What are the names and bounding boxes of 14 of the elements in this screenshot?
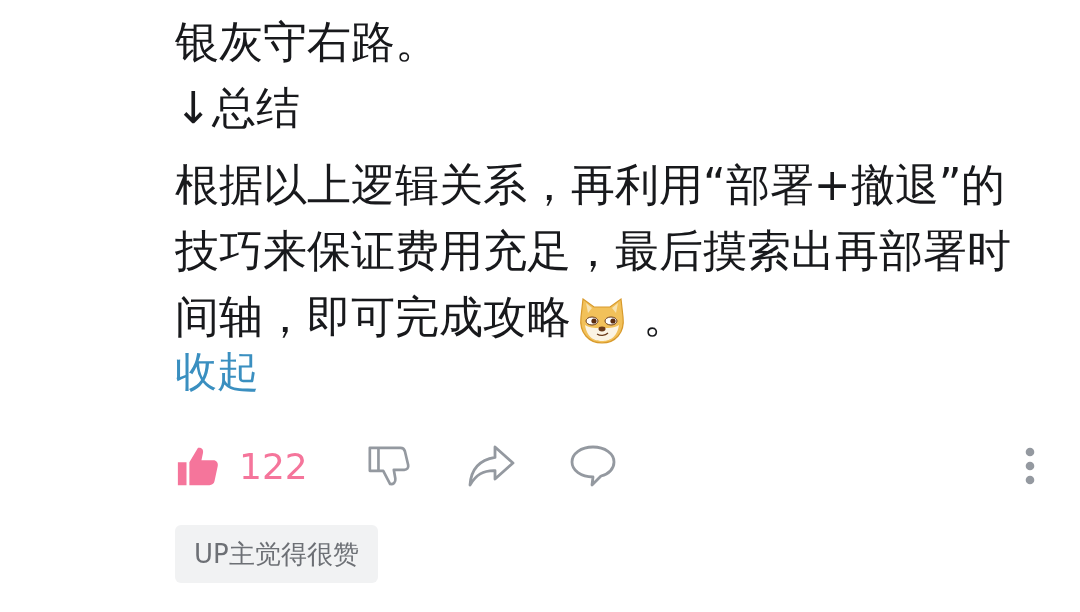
like-button[interactable]: 122 [175,443,308,489]
more-button[interactable] [1025,447,1035,485]
collapse-link[interactable]: 收起 [175,350,259,394]
speech-bubble-icon [568,444,617,488]
up-liked-badge: UP主觉得很赞 [175,525,378,583]
share-arrow-icon [466,443,515,489]
like-count: 122 [239,445,308,487]
comment-text: 银灰守右路。 [175,15,440,69]
comment-button[interactable] [568,444,617,488]
share-button[interactable] [466,443,515,489]
dog-face-emoji-icon [577,295,627,345]
comment-text: ↓总结 [175,81,301,135]
vertical-dots-icon [1025,447,1035,485]
comment-text: 根据以上逻辑关系，再利用“部署+撤退”的技巧来保证费用充足，最后摸索出再部署时间轴，即可完成攻略 。 [175,152,1047,350]
